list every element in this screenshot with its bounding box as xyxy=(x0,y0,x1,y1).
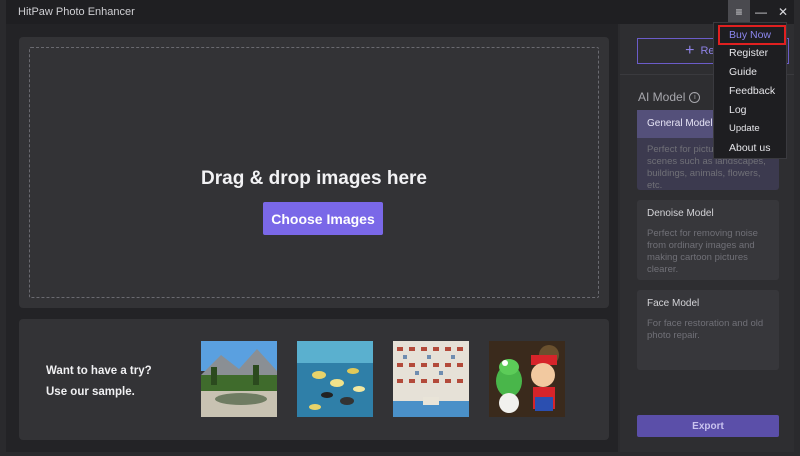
menu-item-about-us[interactable]: About us xyxy=(729,142,770,154)
menu-item-log[interactable]: Log xyxy=(729,104,747,116)
title-bar: HitPaw Photo Enhancer ≡ — ✕ xyxy=(6,0,794,24)
main-menu-dropdown: Buy Now Register Guide Feedback Log Upda… xyxy=(713,22,787,159)
menu-item-buy-now[interactable]: Buy Now xyxy=(718,25,786,45)
ai-model-heading: AI Model i xyxy=(638,90,701,104)
ai-model-label: AI Model xyxy=(638,90,686,104)
model-title: Denoise Model xyxy=(647,208,714,219)
drop-headline: Drag & drop images here xyxy=(201,168,427,189)
window-title: HitPaw Photo Enhancer xyxy=(18,6,135,18)
sample-thumb-toys[interactable] xyxy=(489,341,565,417)
menu-item-feedback[interactable]: Feedback xyxy=(729,85,775,97)
model-desc: Perfect for removing noise from ordinary… xyxy=(647,228,758,275)
drop-panel[interactable]: Drag & drop images here Choose Images xyxy=(19,37,609,308)
model-desc: For face restoration and old photo repai… xyxy=(647,318,764,341)
close-icon[interactable]: ✕ xyxy=(772,0,794,24)
menu-icon[interactable]: ≡ xyxy=(728,0,750,24)
menu-item-update[interactable]: Update xyxy=(729,123,760,134)
plus-icon: + xyxy=(685,42,695,59)
minimize-icon[interactable]: — xyxy=(750,0,772,24)
sample-line-2: Use our sample. xyxy=(46,386,135,398)
sample-thumb-landscape[interactable] xyxy=(201,341,277,417)
app-window: HitPaw Photo Enhancer ≡ — ✕ Drag & drop … xyxy=(6,0,794,452)
model-card-face[interactable]: Face Model For face restoration and old … xyxy=(637,290,779,370)
window-controls: ≡ — ✕ xyxy=(728,0,794,24)
menu-item-register[interactable]: Register xyxy=(729,47,768,59)
main-area: Drag & drop images here Choose Images Wa… xyxy=(6,24,618,452)
choose-images-button[interactable]: Choose Images xyxy=(263,202,383,235)
model-card-denoise[interactable]: Denoise Model Perfect for removing noise… xyxy=(637,200,779,280)
drop-zone[interactable]: Drag & drop images here Choose Images xyxy=(29,47,599,298)
export-button[interactable]: Export xyxy=(637,415,779,437)
sample-panel: Want to have a try? Use our sample. xyxy=(19,319,609,440)
sample-prompt: Want to have a try? Use our sample. xyxy=(46,361,152,403)
sample-thumb-fish[interactable] xyxy=(297,341,373,417)
sample-line-1: Want to have a try? xyxy=(46,365,152,377)
sample-thumb-building[interactable] xyxy=(393,341,469,417)
model-title: Face Model xyxy=(647,298,700,309)
info-icon[interactable]: i xyxy=(689,91,701,103)
menu-item-guide[interactable]: Guide xyxy=(729,66,757,78)
